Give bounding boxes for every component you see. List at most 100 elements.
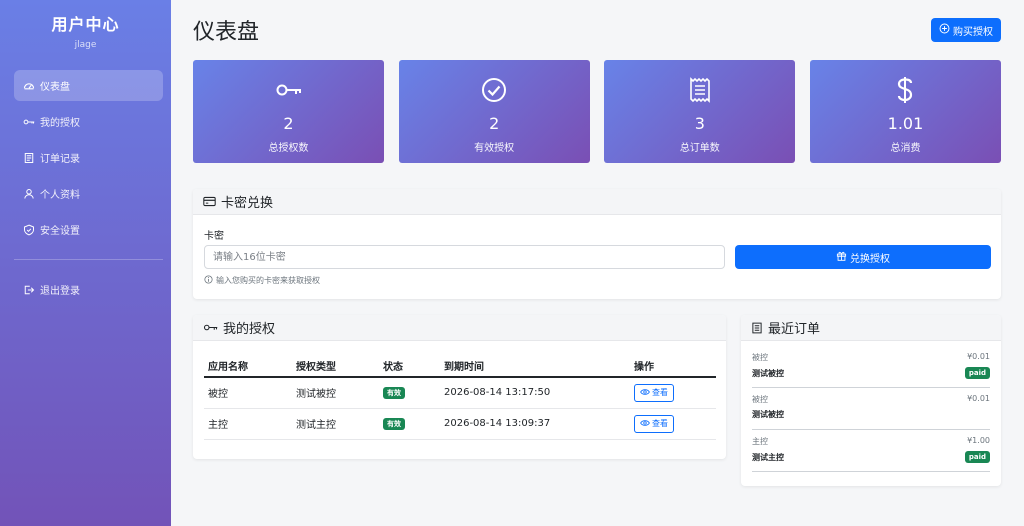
key-icon xyxy=(203,322,218,333)
buy-license-label: 购买授权 xyxy=(953,26,993,38)
check-circle-icon xyxy=(399,76,590,104)
column-header-expires: 到期时间 xyxy=(440,355,630,378)
receipt-icon xyxy=(604,76,795,104)
licenses-card: 我的授权 应用名称 授权类型 状态 到期时间 操作 被控 测试被控 有效 202… xyxy=(193,315,726,459)
sidebar-item-security[interactable]: 安全设置 xyxy=(14,214,163,245)
order-type: 测试主控 xyxy=(752,452,784,462)
stat-value: 3 xyxy=(694,114,705,133)
status-badge: 有效 xyxy=(383,387,405,400)
redeem-button-label: 兑换授权 xyxy=(850,253,890,265)
card-key-label: 卡密 xyxy=(204,231,224,242)
page-title: 仪表盘 xyxy=(193,20,260,45)
cell-app: 主控 xyxy=(204,408,292,440)
order-app: 被控 xyxy=(752,353,768,362)
sidebar-item-orders[interactable]: 订单记录 xyxy=(14,142,163,173)
order-amount: ¥1.00 xyxy=(967,436,990,445)
column-header-status: 状态 xyxy=(379,355,440,378)
view-button[interactable]: 查看 xyxy=(634,383,674,402)
card-key-input[interactable] xyxy=(204,245,725,269)
order-item[interactable]: 被控 ¥0.01 测试被控 paid xyxy=(752,348,990,388)
licenses-table: 应用名称 授权类型 状态 到期时间 操作 被控 测试被控 有效 2026-08-… xyxy=(204,355,716,440)
stat-label: 总订单数 xyxy=(679,143,720,154)
cell-status: 有效 xyxy=(379,377,440,409)
column-header-app: 应用名称 xyxy=(204,355,292,378)
sidebar-item-label: 个人资料 xyxy=(40,190,80,201)
sidebar-item-licenses[interactable]: 我的授权 xyxy=(14,106,163,137)
receipt-icon xyxy=(751,322,763,334)
sidebar-item-label: 我的授权 xyxy=(40,118,80,129)
recent-orders-title: 最近订单 xyxy=(768,322,821,337)
sidebar-item-logout[interactable]: 退出登录 xyxy=(14,274,163,305)
sidebar-item-label: 仪表盘 xyxy=(40,82,70,93)
key-icon xyxy=(193,76,384,104)
stat-card-total-spend: 1.01 总消费 xyxy=(809,60,1001,163)
stat-card-total-licenses: 2 总授权数 xyxy=(193,60,384,163)
sidebar-item-dashboard[interactable]: 仪表盘 xyxy=(14,70,163,101)
redeem-button[interactable]: 兑换授权 xyxy=(735,245,991,269)
info-icon xyxy=(204,275,213,286)
person-icon xyxy=(22,187,36,201)
sidebar-title: 用户中心 xyxy=(51,15,120,34)
recent-orders-header: 最近订单 xyxy=(741,315,1001,341)
stat-value: 1.01 xyxy=(887,114,924,133)
order-status-badge: paid xyxy=(964,451,990,463)
licenses-card-title: 我的授权 xyxy=(223,322,276,337)
view-button[interactable]: 查看 xyxy=(634,414,674,433)
view-button-label: 查看 xyxy=(652,419,668,428)
sidebar-username: jlage xyxy=(74,40,97,50)
stat-card-valid-licenses: 2 有效授权 xyxy=(398,60,590,163)
order-app: 被控 xyxy=(752,395,768,404)
stat-card-total-orders: 3 总订单数 xyxy=(604,60,796,163)
order-item[interactable]: 主控 ¥1.00 测试主控 paid xyxy=(752,432,990,472)
licenses-card-header: 我的授权 xyxy=(193,315,726,341)
buy-license-button[interactable]: 购买授权 xyxy=(931,18,1001,42)
cell-status: 有效 xyxy=(379,408,440,440)
sidebar-item-label: 安全设置 xyxy=(40,226,80,237)
redeem-hint: 输入您购买的卡密来获取授权 xyxy=(204,275,320,286)
stat-label: 总授权数 xyxy=(268,143,309,154)
stat-value: 2 xyxy=(489,114,500,133)
cell-action: 查看 xyxy=(630,377,716,409)
status-badge: 有效 xyxy=(383,418,405,430)
redeem-card-title: 卡密兑换 xyxy=(221,196,274,211)
order-app: 主控 xyxy=(752,437,768,446)
eye-icon xyxy=(640,388,650,398)
gift-icon xyxy=(836,250,847,264)
sidebar-item-profile[interactable]: 个人资料 xyxy=(14,178,163,209)
sidebar-brand: 用户中心 jlage xyxy=(0,0,171,50)
credit-card-icon xyxy=(203,196,216,207)
cell-expires: 2026-08-14 13:17:50 xyxy=(440,377,630,409)
cell-expires: 2026-08-14 13:09:37 xyxy=(440,408,630,440)
cell-action: 查看 xyxy=(630,408,716,440)
order-status-badge: paid xyxy=(964,367,990,379)
table-row: 主控 测试主控 有效 2026-08-14 13:09:37 查看 xyxy=(204,408,716,440)
sidebar: 用户中心 jlage 仪表盘 我的授权 订单记录 个人资料 安全设置 退出登录 xyxy=(0,0,171,526)
order-amount: ¥0.01 xyxy=(967,394,990,403)
column-header-type: 授权类型 xyxy=(292,355,379,378)
stat-label: 总消费 xyxy=(890,143,921,154)
table-header-row: 应用名称 授权类型 状态 到期时间 操作 xyxy=(204,355,716,378)
plus-circle-icon xyxy=(939,23,950,37)
stat-value: 2 xyxy=(283,114,294,133)
shield-icon xyxy=(22,223,36,237)
recent-orders-card: 最近订单 被控 ¥0.01 测试被控 paid 被控 ¥0.01 测试被控 主控 ¥1.… xyxy=(741,315,1001,486)
column-header-action: 操作 xyxy=(630,355,716,378)
dashboard-icon xyxy=(22,79,36,93)
order-item[interactable]: 被控 ¥0.01 测试被控 xyxy=(752,390,990,430)
dollar-icon xyxy=(810,76,1001,104)
order-amount: ¥0.01 xyxy=(967,352,990,361)
cell-type: 测试主控 xyxy=(292,408,379,440)
redeem-card-header: 卡密兑换 xyxy=(193,189,1001,215)
redeem-card: 卡密兑换 卡密 兑换授权 输入您购买的卡密来获取授权 xyxy=(193,189,1001,299)
order-type: 测试被控 xyxy=(752,410,784,419)
table-row: 被控 测试被控 有效 2026-08-14 13:17:50 查看 xyxy=(204,377,716,409)
key-icon xyxy=(22,115,36,129)
sidebar-item-label: 订单记录 xyxy=(40,154,80,165)
cell-app: 被控 xyxy=(204,377,292,409)
redeem-hint-text: 输入您购买的卡密来获取授权 xyxy=(216,276,320,285)
cell-type: 测试被控 xyxy=(292,377,379,409)
receipt-icon xyxy=(22,151,36,165)
order-type: 测试被控 xyxy=(752,368,784,378)
stats-row: 2 总授权数 2 有效授权 3 总订单数 1.01 总消费 xyxy=(193,60,1001,163)
sidebar-divider xyxy=(14,259,163,260)
